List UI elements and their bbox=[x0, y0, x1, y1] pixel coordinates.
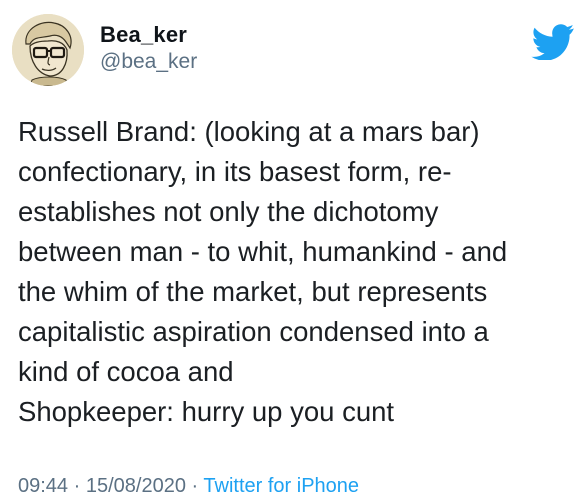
twitter-bird-icon[interactable] bbox=[531, 24, 575, 61]
tweet-line: the whim of the market, but represents bbox=[18, 276, 488, 307]
avatar[interactable] bbox=[12, 14, 84, 86]
tweet-line: Shopkeeper: hurry up you cunt bbox=[18, 396, 395, 427]
tweet-line: confectionary, in its basest form, re- bbox=[18, 156, 452, 187]
cartoon-portrait-avatar-icon bbox=[12, 14, 84, 86]
tweet-line: kind of cocoa and bbox=[18, 356, 234, 387]
tweet-time[interactable]: 09:44 bbox=[18, 475, 68, 497]
meta-separator: · bbox=[73, 475, 81, 497]
tweet-source-link[interactable]: Twitter for iPhone bbox=[203, 475, 359, 497]
tweet-date[interactable]: 15/08/2020 bbox=[86, 475, 186, 497]
tweet-line: between man - to whit, humankind - and bbox=[18, 236, 508, 267]
display-name[interactable]: Bea_ker bbox=[100, 22, 187, 48]
user-handle[interactable]: @bea_ker bbox=[100, 50, 197, 74]
tweet-text: Russell Brand: (looking at a mars bar) c… bbox=[18, 112, 578, 432]
tweet-meta: 09:44 · 15/08/2020 · Twitter for iPhone bbox=[18, 475, 359, 498]
meta-separator: · bbox=[191, 475, 199, 497]
tweet-line: capitalistic aspiration condensed into a bbox=[18, 316, 489, 347]
tweet-line: Russell Brand: (looking at a mars bar) bbox=[18, 116, 480, 147]
tweet-line: establishes not only the dichotomy bbox=[18, 196, 439, 227]
tweet-card: Bea_ker @bea_ker Russell Brand: (looking… bbox=[0, 0, 588, 501]
